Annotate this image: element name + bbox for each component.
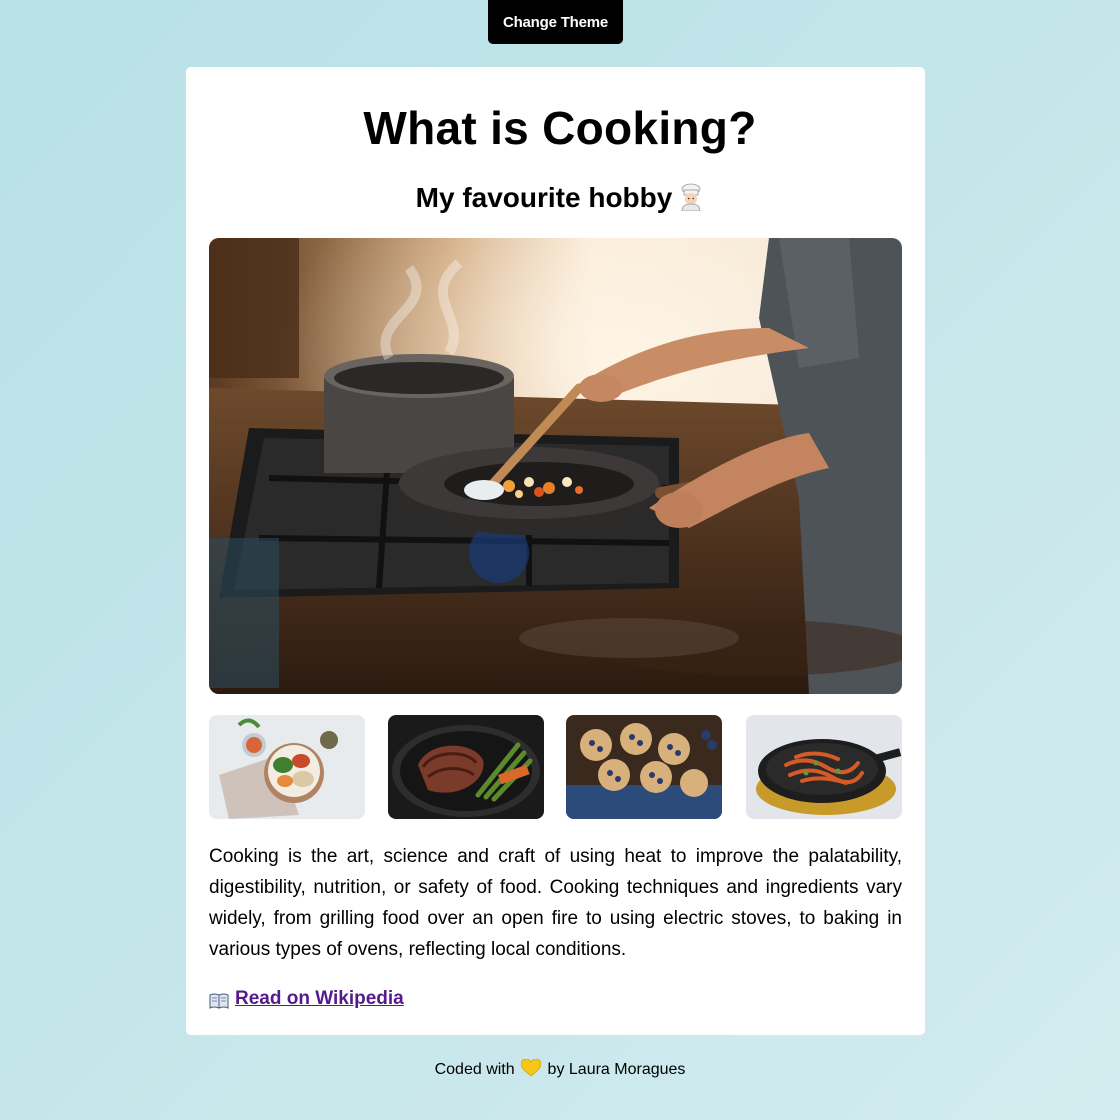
- footer-prefix: Coded with: [434, 1061, 515, 1078]
- cooking-description: Cooking is the art, science and craft of…: [209, 846, 902, 960]
- footer: Coded with by Laura Moragues: [0, 1058, 1120, 1082]
- page-subtitle: My favourite hobby: [0, 178, 1120, 218]
- blueberry-muffins-thumbnail[interactable]: [566, 715, 722, 819]
- wikipedia-link[interactable]: Read on Wikipedia: [209, 986, 404, 1012]
- page-title: What is Cooking?: [363, 102, 757, 154]
- healthy-bowl-thumbnail[interactable]: [209, 715, 365, 819]
- yellow-heart-icon: [520, 1058, 542, 1077]
- wikipedia-link-label: Read on Wikipedia: [235, 988, 404, 1009]
- change-theme-button[interactable]: Change Theme: [488, 0, 623, 44]
- chef-emoji-icon: [678, 182, 704, 212]
- cooking-hero-image: [209, 238, 902, 694]
- subtitle-text: My favourite hobby: [415, 182, 673, 213]
- pasta-skillet-thumbnail[interactable]: [746, 715, 902, 819]
- footer-suffix: by Laura Moragues: [547, 1061, 686, 1078]
- book-icon: [209, 991, 229, 1009]
- steak-asparagus-thumbnail[interactable]: [388, 715, 544, 819]
